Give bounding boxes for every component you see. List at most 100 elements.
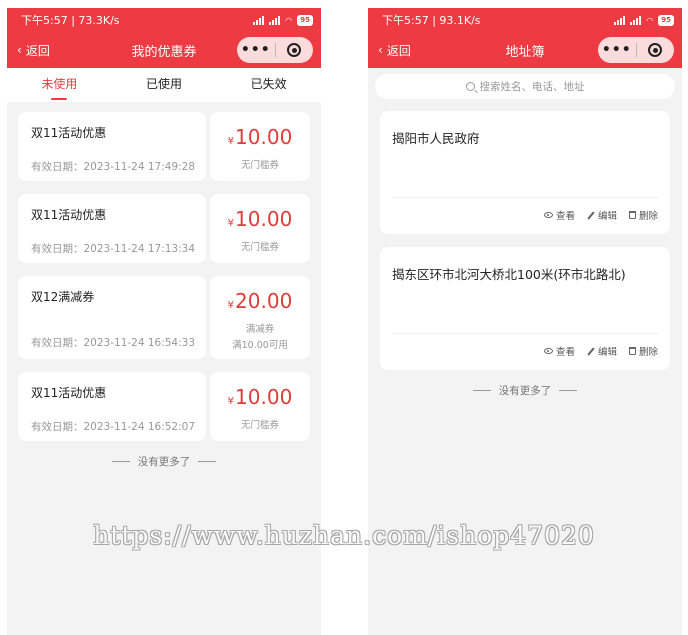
view-label: 查看 [555, 347, 575, 358]
trash-icon [628, 211, 636, 219]
divider-line [111, 461, 130, 462]
trash-icon [628, 347, 636, 355]
coupon-info: 双11活动优惠 有效日期：2023-11-24 17:49:28 [18, 112, 206, 181]
close-button[interactable] [637, 43, 675, 57]
address-card[interactable]: 揭阳市人民政府 查看 编辑 删除 [380, 111, 670, 234]
coupon-card[interactable]: 双11活动优惠 有效日期：2023-11-24 17:13:34 ¥10.00 … [18, 194, 310, 263]
battery-icon: 95 [658, 14, 674, 26]
status-time: 下午5:57 | 73.3K/s [21, 14, 120, 27]
card-divider [392, 197, 658, 198]
coupon-amount: ¥10.00 [210, 208, 310, 235]
coupon-name: 双11活动优惠 [31, 386, 107, 400]
coupon-card[interactable]: 双11活动优惠 有效日期：2023-11-24 16:52:07 ¥10.00 … [18, 372, 310, 441]
end-of-list-note: 没有更多了 [18, 454, 310, 469]
coupon-amount: ¥10.00 [210, 386, 310, 413]
currency-symbol: ¥ [227, 300, 235, 311]
delete-button[interactable]: 删除 [628, 344, 658, 358]
coupon-value: ¥10.00 无门槛券 [210, 372, 310, 441]
view-button[interactable]: 查看 [543, 344, 575, 358]
coupon-info: 双11活动优惠 有效日期：2023-11-24 17:13:34 [18, 194, 206, 263]
edit-button[interactable]: 编辑 [587, 344, 617, 358]
coupon-card[interactable]: 双11活动优惠 有效日期：2023-11-24 17:49:28 ¥10.00 … [18, 112, 310, 181]
coupon-amount-value: 10.00 [235, 385, 293, 409]
address-actions: 查看 编辑 删除 [543, 208, 658, 222]
coupon-info: 双12满减券 有效日期：2023-11-24 16:54:33 [18, 276, 206, 359]
nav-bar: ‹ 返回 我的优惠券 ••• [7, 32, 321, 68]
coupon-date: 有效日期：2023-11-24 17:13:34 [31, 243, 196, 255]
end-note-text: 没有更多了 [137, 456, 191, 468]
edit-label: 编辑 [597, 347, 617, 358]
currency-symbol: ¥ [227, 218, 235, 229]
chevron-left-icon: ‹ [378, 43, 383, 57]
address-actions: 查看 编辑 删除 [543, 344, 658, 358]
address-name: 揭东区环市北河大桥北100米(环市北路北) [392, 267, 626, 282]
target-icon [287, 43, 302, 57]
address-name: 揭阳市人民政府 [392, 131, 480, 146]
nav-bar: ‹ 返回 地址簿 ••• [368, 32, 682, 68]
back-button[interactable]: ‹ 返回 [378, 42, 411, 59]
coupon-name: 双12满减券 [31, 290, 95, 304]
coupon-amount-value: 10.00 [235, 207, 293, 231]
divider-line [559, 390, 578, 391]
coupon-date: 有效日期：2023-11-24 16:52:07 [31, 421, 196, 433]
edit-label: 编辑 [597, 211, 617, 222]
coupon-list: 双11活动优惠 有效日期：2023-11-24 17:49:28 ¥10.00 … [7, 102, 321, 469]
coupon-date: 有效日期：2023-11-24 17:49:28 [31, 161, 196, 173]
coupon-type: 无门槛券 [240, 242, 279, 253]
edit-button[interactable]: 编辑 [587, 208, 617, 222]
currency-symbol: ¥ [227, 396, 235, 407]
coupon-card[interactable]: 双12满减券 有效日期：2023-11-24 16:54:33 ¥20.00 满… [18, 276, 310, 359]
address-card[interactable]: 揭东区环市北河大桥北100米(环市北路北) 查看 编辑 删除 [380, 247, 670, 370]
more-button[interactable]: ••• [237, 42, 275, 58]
more-button[interactable]: ••• [598, 42, 636, 58]
status-time: 下午5:57 | 93.1K/s [382, 14, 481, 27]
back-button[interactable]: ‹ 返回 [17, 42, 50, 59]
coupon-name: 双11活动优惠 [31, 208, 107, 222]
search-placeholder: 搜索姓名、电话、地址 [479, 81, 585, 93]
coupon-value: ¥10.00 无门槛券 [210, 112, 310, 181]
coupon-name: 双11活动优惠 [31, 126, 107, 140]
signal-icon [253, 15, 265, 25]
coupon-tabs: 未使用 已使用 已失效 [7, 68, 321, 102]
tab-used[interactable]: 已使用 [112, 68, 217, 102]
watermark-text: https://www.huzhan.com/ishop47020 [93, 521, 595, 550]
status-icons: ◠ 95 [614, 14, 674, 26]
tab-expired[interactable]: 已失效 [216, 68, 321, 102]
currency-symbol: ¥ [227, 136, 235, 147]
view-button[interactable]: 查看 [543, 208, 575, 222]
coupon-amount: ¥20.00 [210, 290, 310, 317]
close-button[interactable] [276, 43, 314, 57]
wifi-icon: ◠ [646, 15, 654, 25]
delete-label: 删除 [638, 211, 658, 222]
divider-line [198, 461, 217, 462]
chevron-left-icon: ‹ [17, 43, 22, 57]
view-label: 查看 [555, 211, 575, 222]
signal-icon [614, 15, 626, 25]
end-note-text: 没有更多了 [498, 385, 552, 397]
coupon-type: 无门槛券 [240, 420, 279, 431]
coupon-amount-value: 10.00 [235, 125, 293, 149]
pencil-icon [587, 210, 595, 220]
search-icon [465, 82, 475, 91]
address-list: 揭阳市人民政府 查看 编辑 删除 揭东区环市北河大桥北100米(环市北路北) 查… [368, 99, 682, 398]
coupon-value: ¥10.00 无门槛券 [210, 194, 310, 263]
coupon-condition: 满10.00可用 [232, 340, 288, 351]
tab-unused[interactable]: 未使用 [7, 68, 112, 102]
status-icons: ◠ 95 [253, 14, 313, 26]
delete-button[interactable]: 删除 [628, 208, 658, 222]
pencil-icon [587, 346, 595, 356]
end-of-list-note: 没有更多了 [380, 383, 670, 398]
coupon-amount-value: 20.00 [235, 289, 293, 313]
divider-line [472, 390, 491, 391]
signal-icon [269, 15, 281, 25]
eye-icon [543, 212, 553, 218]
mini-program-capsule: ••• [237, 37, 313, 63]
coupon-amount: ¥10.00 [210, 126, 310, 153]
coupon-type: 无门槛券 [240, 160, 279, 171]
battery-icon: 95 [297, 14, 313, 26]
coupon-date: 有效日期：2023-11-24 16:54:33 [31, 337, 196, 349]
eye-icon [543, 348, 553, 354]
status-bar: 下午5:57 | 73.3K/s ◠ 95 [7, 8, 321, 32]
card-divider [392, 333, 658, 334]
address-search-input[interactable]: 搜索姓名、电话、地址 [375, 74, 675, 99]
